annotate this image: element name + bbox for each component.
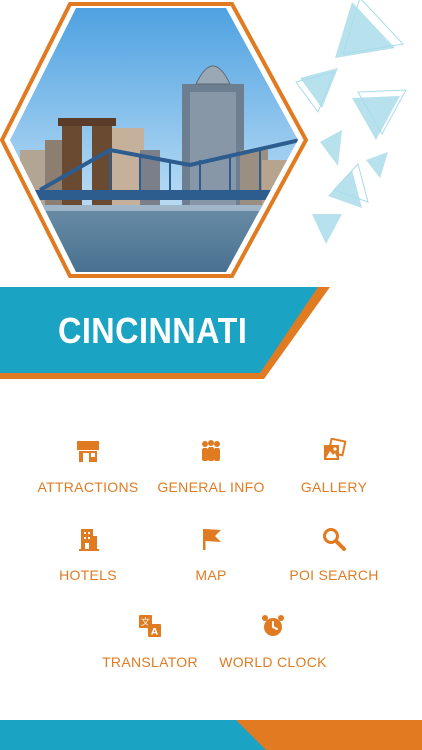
hero-header bbox=[0, 0, 407, 278]
menu-item-world-clock[interactable]: WORLD CLOCK bbox=[203, 613, 343, 670]
menu-item-attractions[interactable]: ATTRACTIONS bbox=[18, 438, 158, 495]
menu-item-label: MAP bbox=[195, 567, 227, 583]
menu-item-map[interactable]: MAP bbox=[141, 526, 281, 583]
menu-item-label: ATTRACTIONS bbox=[37, 479, 139, 495]
search-icon bbox=[323, 528, 346, 551]
svg-text:A: A bbox=[151, 628, 158, 638]
menu-item-general-info[interactable]: GENERAL INFO bbox=[141, 438, 281, 495]
menu-item-label: POI SEARCH bbox=[289, 567, 379, 583]
menu-item-hotels[interactable]: HOTELS bbox=[18, 526, 158, 583]
people-group-icon bbox=[202, 440, 220, 461]
menu-item-poi-search[interactable]: POI SEARCH bbox=[264, 526, 404, 583]
hero-photo bbox=[10, 8, 298, 272]
city-title: CINCINNATI bbox=[58, 310, 248, 351]
decorative-triangles bbox=[295, 0, 407, 244]
hotel-building-icon bbox=[79, 529, 99, 551]
menu-item-translator[interactable]: 文 A TRANSLATOR bbox=[80, 613, 220, 670]
menu-item-label: WORLD CLOCK bbox=[219, 654, 327, 670]
menu-item-label: HOTELS bbox=[59, 567, 117, 583]
alarm-clock-icon bbox=[262, 615, 284, 636]
translate-icon: 文 A bbox=[139, 615, 161, 638]
footer-stripe bbox=[0, 720, 422, 750]
menu-item-label: GALLERY bbox=[300, 479, 368, 495]
menu-item-gallery[interactable]: GALLERY bbox=[264, 438, 404, 495]
photo-gallery-icon bbox=[324, 438, 347, 460]
menu-item-label: GENERAL INFO bbox=[157, 479, 265, 495]
flag-icon bbox=[203, 529, 221, 550]
app-screen: CINCINNATI ATTRACTIONS GENERAL INFO GALL… bbox=[0, 0, 422, 750]
storefront-icon bbox=[77, 441, 99, 462]
menu-item-label: TRANSLATOR bbox=[102, 654, 198, 670]
